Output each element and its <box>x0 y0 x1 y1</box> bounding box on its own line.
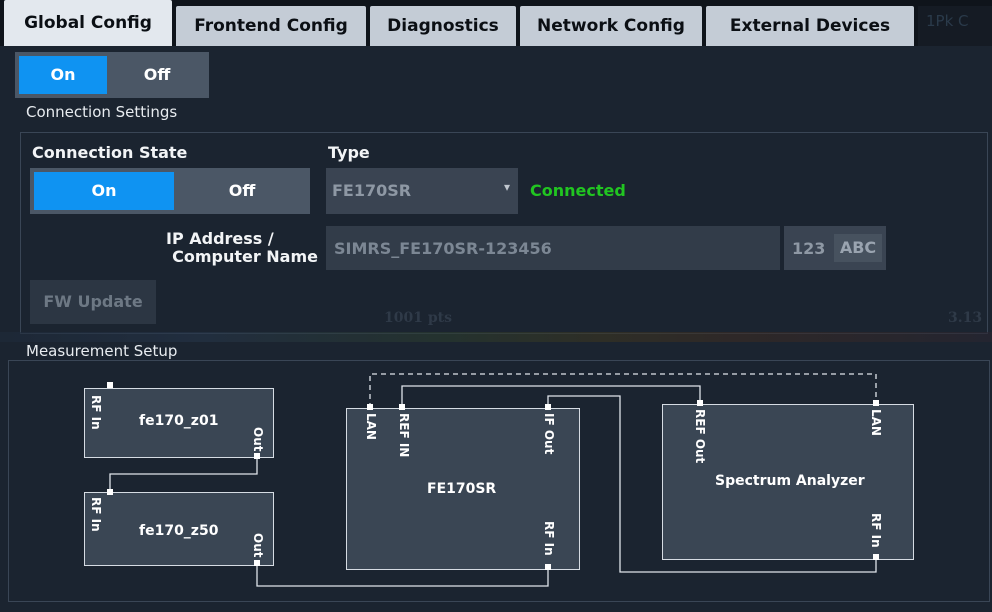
sa-rf-in-label: RF In <box>869 513 883 548</box>
z01-title: fe170_z01 <box>139 413 219 429</box>
tab-frontend-config[interactable]: Frontend Config <box>176 6 366 46</box>
global-config-panel: On Off Connection Settings Connection St… <box>0 46 992 612</box>
z50-out-port <box>254 560 260 566</box>
fe-lan-port <box>367 404 373 410</box>
sa-ref-out-port <box>697 400 703 406</box>
tab-bar: Global Config Frontend Config Diagnostic… <box>0 0 992 46</box>
tab-network-config[interactable]: Network Config <box>520 6 702 46</box>
fe-ref-in-port <box>399 404 405 410</box>
z50-title: fe170_z50 <box>139 523 219 539</box>
fe-lan-label: LAN <box>364 413 378 440</box>
z01-out-label: Out <box>251 427 265 452</box>
tab-diagnostics[interactable]: Diagnostics <box>370 6 516 46</box>
fe-if-out-port <box>545 404 551 410</box>
sa-title: Spectrum Analyzer <box>715 473 865 489</box>
z01-out-port <box>254 453 260 459</box>
wire-z01-to-z50 <box>109 456 258 492</box>
fe-ref-in-label: REF IN <box>397 413 411 458</box>
tab-external-devices[interactable]: External Devices <box>706 6 914 46</box>
wire-ref-loop <box>401 385 701 408</box>
sa-lan-label: LAN <box>869 409 883 436</box>
device-block-spectrum-analyzer[interactable]: REF Out LAN Spectrum Analyzer RF In <box>662 404 914 560</box>
z50-out-label: Out <box>251 533 265 558</box>
wire-lan <box>369 373 877 408</box>
sa-rf-in-port <box>873 554 879 560</box>
z50-rf-in-label: RF In <box>89 497 103 532</box>
fe-rf-in-port <box>545 564 551 570</box>
app-window: Global Config Frontend Config Diagnostic… <box>0 0 992 612</box>
device-block-fe170-z50[interactable]: RF In fe170_z50 Out <box>84 492 274 566</box>
device-block-fe170sr[interactable]: LAN REF IN IF Out FE170SR RF In <box>346 408 580 570</box>
fe-if-out-label: IF Out <box>542 413 556 455</box>
fe-rf-in-label: RF In <box>542 521 556 556</box>
tab-global-config[interactable]: Global Config <box>4 0 172 46</box>
sa-lan-port <box>873 400 879 406</box>
fe-title: FE170SR <box>427 481 497 497</box>
sa-ref-out-label: REF Out <box>693 409 707 464</box>
device-block-fe170-z01[interactable]: RF In fe170_z01 Out <box>84 388 274 458</box>
background-tab-ghost: 1Pk C <box>918 6 992 46</box>
z01-rf-in-port <box>107 382 113 388</box>
z50-rf-in-port <box>107 489 113 495</box>
z01-rf-in-label: RF In <box>89 395 103 430</box>
